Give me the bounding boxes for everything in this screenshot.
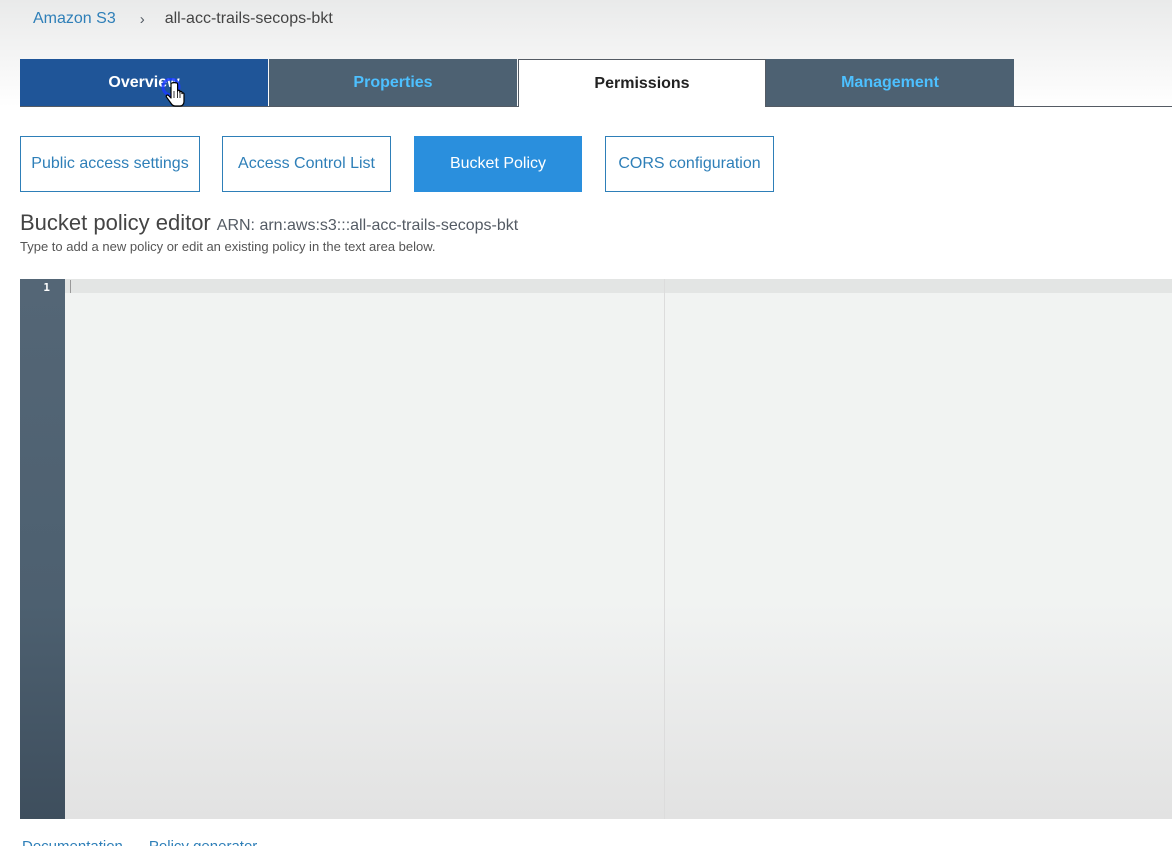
editor-help-text: Type to add a new policy or edit an exis… bbox=[20, 239, 436, 254]
tab-properties[interactable]: Properties bbox=[269, 59, 517, 106]
editor-gutter: 1 bbox=[20, 279, 65, 819]
tab-overview[interactable]: Overview bbox=[20, 59, 268, 106]
line-number: 1 bbox=[43, 281, 50, 294]
subtab-public-access-settings[interactable]: Public access settings bbox=[20, 136, 200, 192]
policy-code-editor: 1 bbox=[20, 279, 1172, 819]
hand-pointer-icon bbox=[161, 78, 185, 107]
chevron-right-icon: › bbox=[139, 10, 145, 28]
documentation-link[interactable]: Documentation bbox=[22, 838, 123, 846]
breadcrumb: Amazon S3 › all-acc-trails-secops-bkt bbox=[33, 9, 333, 29]
tab-management[interactable]: Management bbox=[766, 59, 1014, 106]
tab-permissions[interactable]: Permissions bbox=[518, 59, 766, 107]
bucket-tabs: Overview Properties Permissions Manageme… bbox=[20, 59, 1172, 107]
editor-heading: Bucket policy editor ARN: arn:aws:s3:::al… bbox=[20, 210, 518, 236]
policy-generator-link[interactable]: Policy generator bbox=[149, 838, 257, 846]
subtab-bucket-policy[interactable]: Bucket Policy bbox=[414, 136, 582, 192]
editor-arn: ARN: arn:aws:s3:::all-acc-trails-secops-… bbox=[216, 217, 519, 234]
editor-title: Bucket policy editor bbox=[20, 210, 211, 235]
footer-links: Documentation Policy generator bbox=[22, 838, 283, 846]
policy-text-area[interactable] bbox=[65, 279, 1172, 819]
subtab-cors-configuration[interactable]: CORS configuration bbox=[605, 136, 774, 192]
breadcrumb-root-link[interactable]: Amazon S3 bbox=[33, 10, 116, 28]
subtab-access-control-list[interactable]: Access Control List bbox=[222, 136, 391, 192]
breadcrumb-current: all-acc-trails-secops-bkt bbox=[164, 10, 333, 27]
